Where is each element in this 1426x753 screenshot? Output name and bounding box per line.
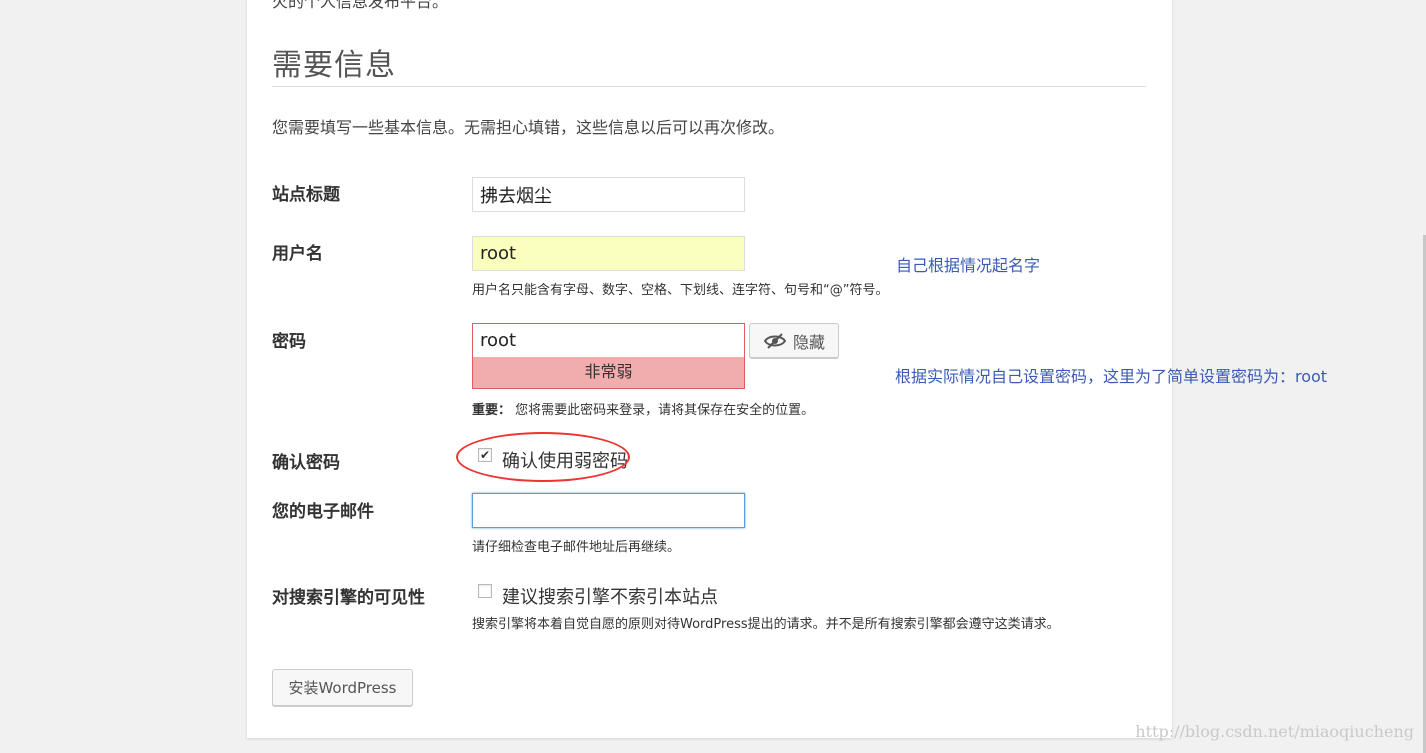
email-input[interactable] <box>472 493 745 528</box>
password-input[interactable] <box>472 323 745 358</box>
username-input[interactable] <box>472 236 745 271</box>
password-strength-meter: 非常弱 <box>472 357 745 389</box>
page: 火的个人信息发布平台。 需要信息 您需要填写一些基本信息。无需担心填错，这些信息… <box>0 0 1426 753</box>
password-hint: 重要： 您将需要此密码来登录，请将其保存在安全的位置。 <box>472 399 814 418</box>
password-hint-important: 重要： <box>472 403 512 418</box>
hide-password-label: 隐藏 <box>792 332 825 352</box>
intro-text: 您需要填写一些基本信息。无需担心填错，这些信息以后可以再次修改。 <box>272 118 785 137</box>
search-visibility-hint: 搜索引擎将本着自觉自愿的原则对待WordPress提出的请求。并不是所有搜索引擎… <box>472 617 1060 632</box>
email-hint: 请仔细检查电子邮件地址后再继续。 <box>472 540 681 555</box>
checkmark-icon: ✔ <box>479 448 491 462</box>
install-wordpress-button[interactable]: 安装WordPress <box>272 669 413 706</box>
password-hint-text: 您将需要此密码来登录，请将其保存在安全的位置。 <box>515 403 815 418</box>
page-title: 需要信息 <box>272 48 396 83</box>
title-divider <box>272 86 1146 87</box>
site-title-input[interactable] <box>472 177 745 212</box>
site-title-label: 站点标题 <box>272 185 340 205</box>
search-visibility-label: 对搜索引擎的可见性 <box>272 588 425 608</box>
previous-text: 火的个人信息发布平台。 <box>272 0 449 11</box>
username-label: 用户名 <box>272 244 323 264</box>
username-annotation: 自己根据情况起名字 <box>896 256 1041 275</box>
eye-slash-icon <box>763 332 787 349</box>
confirm-weak-password-label[interactable]: 确认使用弱密码 <box>502 447 628 473</box>
username-hint: 用户名只能含有字母、数字、空格、下划线、连字符、句号和“@”符号。 <box>472 283 889 298</box>
discourage-search-checkbox[interactable] <box>478 584 492 598</box>
confirm-weak-password-checkbox[interactable]: ✔ <box>478 448 492 462</box>
confirm-password-label: 确认密码 <box>272 453 340 473</box>
email-label: 您的电子邮件 <box>272 502 374 522</box>
hide-password-button[interactable]: 隐藏 <box>749 323 839 358</box>
password-label: 密码 <box>272 332 306 352</box>
password-annotation: 根据实际情况自己设置密码，这里为了简单设置密码为：root <box>895 367 1328 386</box>
watermark: http://blog.csdn.net/miaoqiucheng <box>1135 722 1414 741</box>
discourage-search-label[interactable]: 建议搜索引擎不索引本站点 <box>502 583 718 609</box>
